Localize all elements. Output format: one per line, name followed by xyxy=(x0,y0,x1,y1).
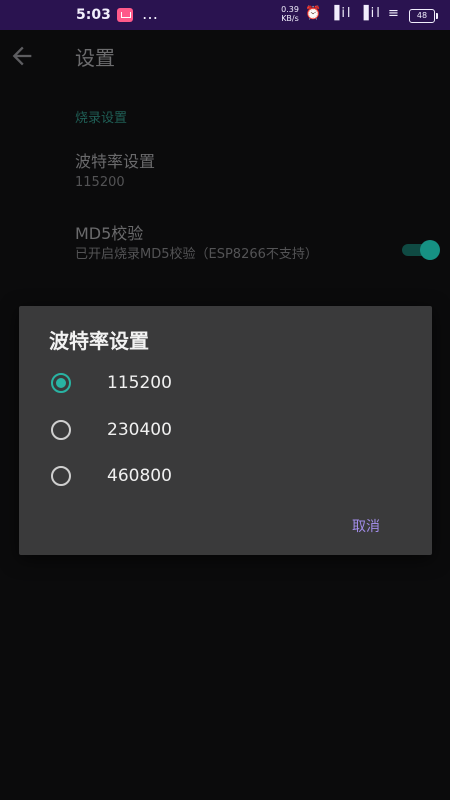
network-speed-value: 0.39 xyxy=(281,5,299,14)
screen: 5:03 … 0.39 KB/s ⏰ ▐il ▐il ≡ 48 设置 烧录设置 … xyxy=(0,0,450,800)
cancel-button[interactable]: 取消 xyxy=(352,516,380,536)
network-speed-unit: KB/s xyxy=(281,14,299,23)
app-bar: 设置 xyxy=(0,30,450,86)
section-header-burn-settings: 烧录设置 xyxy=(75,111,128,126)
network-speed: 0.39 KB/s xyxy=(279,5,301,23)
notification-app-icon xyxy=(117,8,133,22)
baud-rate-dialog: 波特率设置 115200 230400 460800 取消 xyxy=(19,306,432,555)
option-label: 115200 xyxy=(107,373,172,393)
md5-toggle-switch[interactable] xyxy=(400,239,440,261)
radio-unchecked-icon[interactable] xyxy=(51,466,71,486)
pref-baud-rate-title: 波特率设置 xyxy=(75,152,156,171)
pref-baud-rate-summary: 115200 xyxy=(75,175,125,190)
radio-checked-icon[interactable] xyxy=(51,373,71,393)
switch-thumb xyxy=(420,240,440,260)
back-button[interactable] xyxy=(8,42,36,70)
battery-icon: 48 xyxy=(409,9,438,23)
pref-baud-rate[interactable]: 波特率设置 115200 xyxy=(75,148,375,192)
dialog-title: 波特率设置 xyxy=(49,329,149,353)
pref-md5-check[interactable]: MD5校验 已开启烧录MD5校验（ESP8266不支持） xyxy=(75,220,365,264)
status-bar: 5:03 … 0.39 KB/s ⏰ ▐il ▐il ≡ 48 xyxy=(0,0,450,30)
arrow-back-icon xyxy=(12,46,32,66)
option-230400[interactable]: 230400 xyxy=(19,408,432,454)
pref-md5-summary: 已开启烧录MD5校验（ESP8266不支持） xyxy=(75,247,318,262)
more-notifications-icon: … xyxy=(142,4,159,23)
radio-unchecked-icon[interactable] xyxy=(51,420,71,440)
pref-md5-title: MD5校验 xyxy=(75,224,144,243)
option-460800[interactable]: 460800 xyxy=(19,454,432,500)
page-title: 设置 xyxy=(75,46,115,70)
option-115200[interactable]: 115200 xyxy=(19,361,432,407)
status-time: 5:03 xyxy=(76,7,111,23)
signal-wifi-icons: ⏰ ▐il ▐il ≡ xyxy=(305,6,401,21)
option-label: 460800 xyxy=(107,466,172,486)
option-label: 230400 xyxy=(107,420,172,440)
